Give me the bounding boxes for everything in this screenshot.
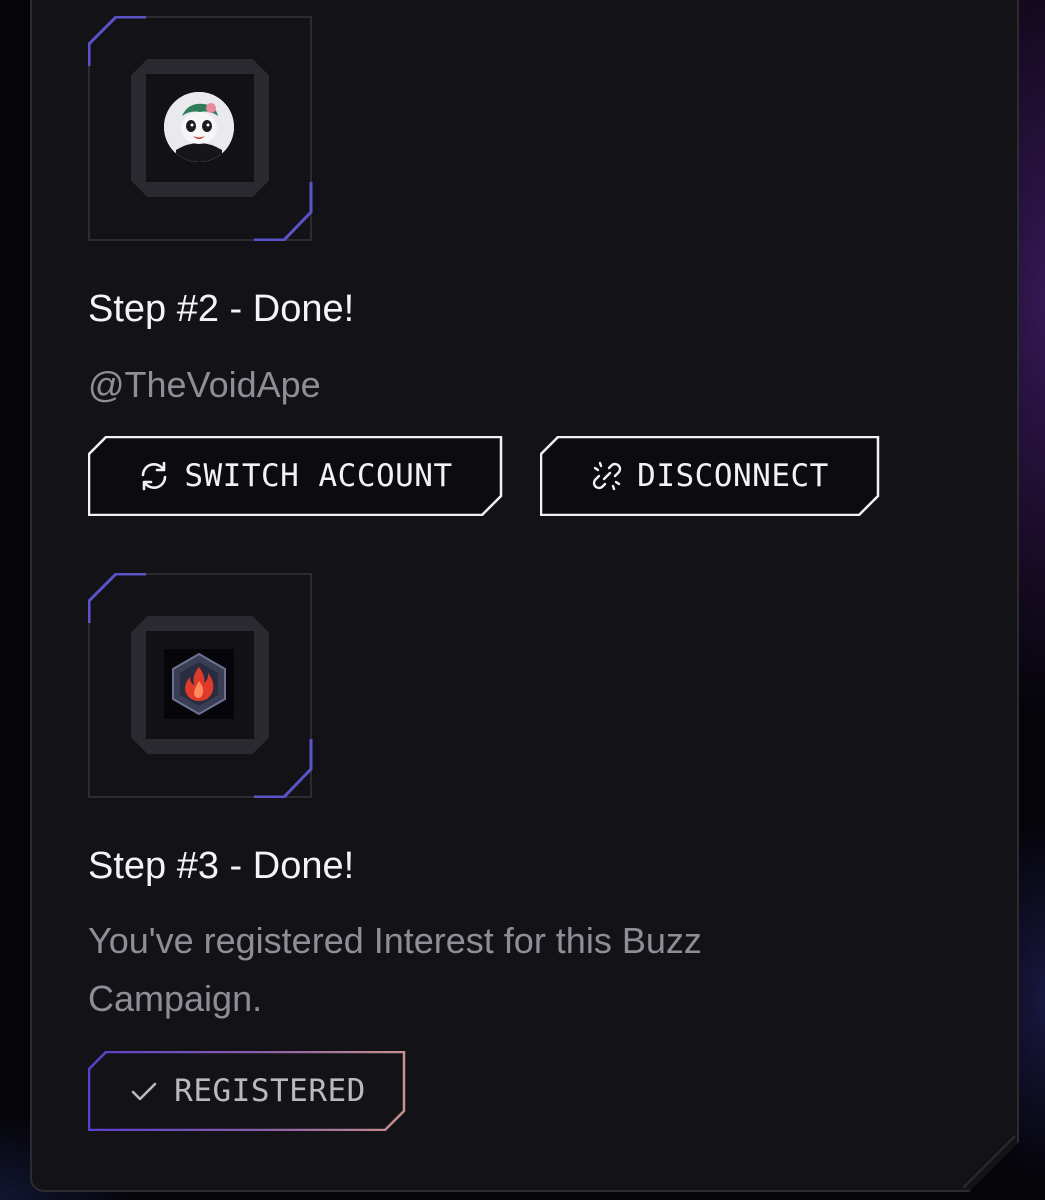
twitter-handle: @TheVoidApe bbox=[88, 364, 321, 405]
disconnect-button[interactable]: DISCONNECT bbox=[540, 436, 880, 516]
step3-token-frame bbox=[88, 573, 313, 798]
registered-label: REGISTERED bbox=[174, 1073, 366, 1109]
step2-avatar-frame bbox=[88, 16, 313, 241]
disconnect-label: DISCONNECT bbox=[637, 458, 829, 494]
switch-account-button[interactable]: SWITCH ACCOUNT bbox=[88, 436, 503, 516]
check-icon bbox=[128, 1075, 160, 1107]
panda-avatar-icon bbox=[164, 92, 234, 162]
step3-description: You've registered Interest for this Buzz… bbox=[88, 920, 702, 1019]
step2-title: Step #2 - Done! bbox=[88, 288, 355, 330]
switch-account-label: SWITCH ACCOUNT bbox=[184, 458, 453, 494]
step3-title: Step #3 - Done! bbox=[88, 845, 355, 887]
flame-hexagon-icon bbox=[164, 649, 234, 719]
broken-link-icon bbox=[591, 460, 623, 492]
registered-button[interactable]: REGISTERED bbox=[88, 1051, 406, 1131]
refresh-icon bbox=[138, 460, 170, 492]
